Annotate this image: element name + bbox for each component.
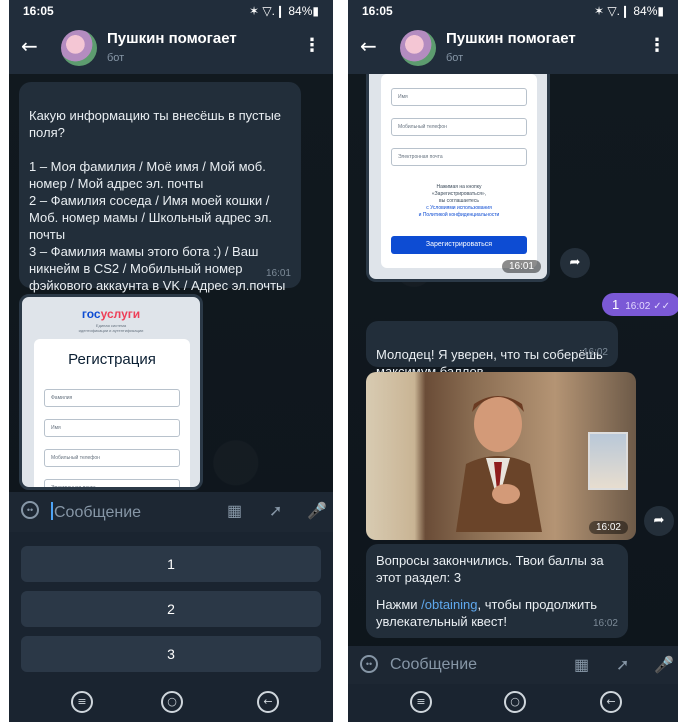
chat-title[interactable]: Пушкин помогает (446, 30, 576, 47)
outgoing-message: 1 16:02 ✓✓ (602, 293, 678, 316)
message-time: 16:02 (592, 618, 618, 629)
more-vertical-icon[interactable]: ⋮ (648, 36, 666, 56)
gosuslugi-screenshot[interactable]: Имя Мобильный телефон Электронная почта … (366, 74, 550, 282)
message-input-bar: •• Сообщение ▦ ➚ 🎤 (348, 646, 678, 686)
status-bar: 16:05 ✶ ▽.❙ 84%▮ (9, 0, 333, 22)
chat-title[interactable]: Пушкин помогает (107, 30, 237, 47)
emoji-icon[interactable]: •• (360, 655, 378, 673)
praise-message: Молодец! Я уверен, что ты соберёшь макси… (366, 321, 618, 379)
photo-figure (456, 396, 542, 532)
surname-field: Фамилия (44, 389, 180, 407)
photo-background-picture (588, 432, 628, 490)
emoji-icon[interactable]: •• (21, 501, 39, 519)
more-vertical-icon[interactable]: ⋮ (303, 36, 321, 56)
final-message: Вопросы закончились. Твои баллы за этот … (366, 544, 628, 638)
name-field: Имя (391, 88, 527, 106)
attach-icon[interactable]: ➚ (269, 501, 282, 521)
terms-notice: Нажимая на кнопку «Зарегистрироваться», … (391, 184, 527, 219)
privacy-link: и Политикой конфиденциальности (418, 212, 500, 218)
chat-header: ← Пушкин помогает бот ⋮ (9, 22, 333, 74)
nav-home-icon[interactable]: ○ (161, 691, 183, 713)
status-time: 16:05 (23, 4, 54, 18)
email-field: Электронная почта (391, 148, 527, 166)
nav-menu-icon[interactable]: ≡ (410, 691, 432, 713)
reply-button-3[interactable]: 3 (21, 636, 321, 672)
bot-keyboard-icon[interactable]: ▦ (227, 501, 242, 521)
continue-text: Нажми /obtaining, чтобы продолжить увлек… (376, 597, 597, 629)
gosuslugi-logo-subtitle: Единая система идентификации и аутентифи… (78, 323, 144, 333)
registration-title: Регистрация (68, 351, 156, 368)
register-button: Зарегистрироваться (391, 236, 527, 254)
registration-form: Регистрация Фамилия Имя Мобильный телефо… (34, 339, 190, 487)
status-bar: 16:05 ✶ ▽.❙ 84%▮ (348, 0, 678, 22)
chat-subtitle: бот (446, 52, 464, 64)
question-message: Какую информацию ты внесёшь в пустые пол… (19, 82, 301, 310)
terms-link: с Условиями использования (426, 205, 492, 211)
left-phone-screen: 16:05 ✶ ▽.❙ 84%▮ ← Пушкин помогает бот ⋮… (9, 0, 333, 722)
score-text: Вопросы закончились. Твои баллы за этот … (376, 553, 604, 585)
message-input[interactable]: Сообщение (51, 502, 141, 522)
nav-back-icon[interactable]: ← (257, 691, 279, 713)
reply-button-2[interactable]: 2 (21, 591, 321, 627)
message-time: 16:02 (582, 347, 608, 358)
back-arrow-icon[interactable]: ← (21, 34, 38, 58)
name-field: Имя (44, 419, 180, 437)
nav-menu-icon[interactable]: ≡ (71, 691, 93, 713)
double-check-icon: ✓✓ (653, 301, 671, 312)
chat-header: ← Пушкин помогает бот ⋮ (348, 22, 678, 74)
system-nav-bar: ≡ ○ ← (9, 684, 333, 722)
forward-icon[interactable]: ➦ (644, 506, 674, 536)
obtaining-command-link[interactable]: /obtaining (421, 597, 477, 612)
bot-avatar[interactable] (400, 30, 436, 66)
chat-subtitle: бот (107, 52, 125, 64)
image-time: 16:02 (588, 521, 628, 534)
message-time: 16:01 (265, 268, 291, 279)
image-time: 16:01 (501, 260, 541, 273)
system-nav-bar: ≡ ○ ← (348, 684, 678, 722)
meme-photo[interactable]: 16:02 (366, 372, 636, 540)
attach-icon[interactable]: ➚ (616, 655, 629, 675)
outgoing-text: 1 (612, 297, 620, 312)
forward-icon[interactable]: ➦ (560, 248, 590, 278)
microphone-icon[interactable]: 🎤 (654, 655, 674, 675)
reply-button-1[interactable]: 1 (21, 546, 321, 582)
gosuslugi-screenshot[interactable]: госуслуги Единая система идентификации и… (19, 294, 203, 490)
email-field: Электронная почта (44, 479, 180, 487)
question-text: Какую информацию ты внесёшь в пустые пол… (29, 108, 286, 310)
reply-keyboard: 1 2 3 (9, 532, 333, 684)
gosuslugi-logo: госуслуги (81, 307, 141, 321)
status-indicators: ✶ ▽.❙ 84%▮ (594, 4, 664, 18)
bot-avatar[interactable] (61, 30, 97, 66)
nav-home-icon[interactable]: ○ (504, 691, 526, 713)
nav-back-icon[interactable]: ← (600, 691, 622, 713)
message-input-bar: •• Сообщение ▦ ➚ 🎤 (9, 492, 333, 532)
status-time: 16:05 (362, 4, 393, 18)
registration-form: Имя Мобильный телефон Электронная почта … (381, 74, 537, 268)
outgoing-time: 16:02 (625, 301, 651, 312)
right-phone-screen: 16:05 ✶ ▽.❙ 84%▮ ← Пушкин помогает бот ⋮… (348, 0, 678, 722)
microphone-icon[interactable]: 🎤 (307, 501, 327, 521)
bot-keyboard-icon[interactable]: ▦ (574, 655, 589, 675)
status-indicators: ✶ ▽.❙ 84%▮ (249, 4, 319, 18)
phone-field: Мобильный телефон (44, 449, 180, 467)
message-input[interactable]: Сообщение (390, 656, 477, 674)
back-arrow-icon[interactable]: ← (360, 34, 377, 58)
phone-field: Мобильный телефон (391, 118, 527, 136)
